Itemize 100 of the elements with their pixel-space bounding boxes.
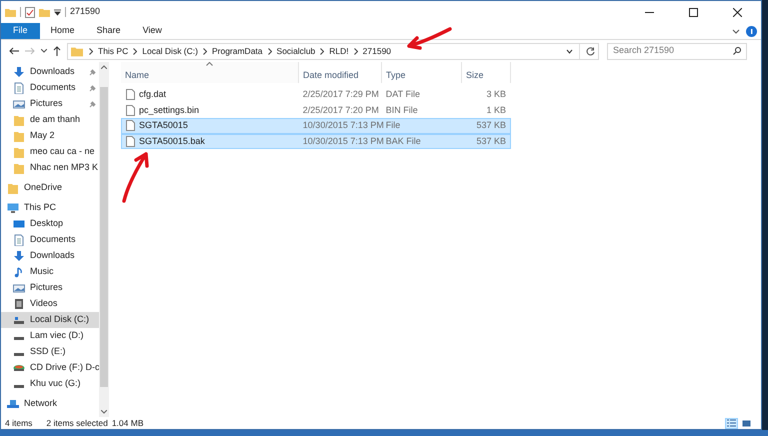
file-size: 537 KB [475,134,507,148]
pin-icon [89,101,96,108]
nav-item[interactable]: Khu vuc (G:) [1,376,99,392]
file-icon [126,136,135,147]
scroll-down-icon[interactable] [101,410,107,414]
dropdown-icon[interactable] [566,48,573,54]
window-title: 271590 [70,5,100,18]
column-header[interactable]: Name [121,62,299,83]
file-row[interactable]: cfg.dat 2/25/2017 7:29 PM DAT File 3 KB [121,87,511,102]
drive-icon [14,336,24,340]
drive-icon [14,384,24,388]
breadcrumb[interactable]: Local Disk (C:) [142,44,198,58]
download-icon [13,250,25,262]
chevron-icon [89,48,93,54]
date-modified: 10/30/2015 7:13 PM [302,119,382,132]
chevron-icon [268,48,272,54]
column-header[interactable]: Size [462,62,511,83]
nav-item[interactable]: de am thanh [1,112,99,128]
nav-item[interactable]: SSD (E:) [1,344,99,360]
nav-item[interactable]: Pictures [1,96,99,112]
network-icon [7,398,19,410]
nav-item[interactable]: Downloads [1,64,99,80]
picture-icon [13,282,25,294]
column-header[interactable]: Date modified [299,62,382,83]
nav-item[interactable]: Music [1,264,99,280]
selection-size: 1.04 MB [112,416,144,430]
up-icon[interactable] [53,46,61,56]
scrollbar-thumb[interactable] [100,87,108,387]
computer-icon [7,202,19,214]
file-icon [126,89,135,100]
chevron-icon [320,48,324,54]
picture-icon [13,98,25,110]
chevron-icon [202,48,207,54]
download-icon [13,66,25,78]
file-name: pc_settings.bin [139,104,200,117]
date-modified: 10/30/2015 7:13 PM [302,134,382,148]
maximize-icon [688,8,698,16]
large-icons-view-button[interactable] [740,418,753,428]
ribbon-tab[interactable]: Home [40,23,86,39]
nav-item[interactable]: Documents [1,232,99,248]
nav-item[interactable]: Lam viec (D:) [1,328,99,344]
chevron-icon [354,48,358,54]
nav-item[interactable]: Desktop [1,216,99,232]
file-row[interactable]: SGTA50015.bak 10/30/2015 7:13 PM BAK File 537 KB [121,134,511,149]
breadcrumb[interactable]: ProgramData [212,44,263,58]
music-icon [13,266,25,278]
nav-item[interactable]: Downloads [1,248,99,264]
cd-drive-icon [13,362,25,374]
breadcrumb[interactable]: Socialclub [276,44,316,58]
nav-item[interactable]: May 2 [1,128,99,144]
refresh-icon[interactable] [586,46,595,56]
back-icon[interactable] [9,47,19,55]
details-view-button[interactable] [725,418,738,428]
file-name: SGTA50015.bak [139,134,205,148]
folder-icon [13,146,25,158]
column-header[interactable]: Type [382,62,462,83]
scroll-up-icon[interactable] [101,65,107,69]
folder-icon [13,114,25,126]
breadcrumb[interactable]: This PC [98,44,128,58]
file-size: 537 KB [475,119,507,132]
document-icon [13,234,25,246]
help-icon[interactable] [746,26,757,36]
close-icon [732,8,742,16]
nav-item[interactable]: OneDrive [1,180,99,196]
file-name: SGTA50015 [139,119,188,132]
file-type: File [384,119,402,132]
file-tab[interactable]: File [1,23,40,39]
item-count: 4 items [5,416,32,430]
file-size: 1 KB [485,104,507,116]
file-name: cfg.dat [139,88,166,101]
nav-item[interactable]: Videos [1,296,99,312]
nav-item[interactable]: Local Disk (C:) [1,312,99,328]
nav-item[interactable]: Network [1,396,99,412]
file-type: BIN File [384,104,419,116]
file-row[interactable]: SGTA50015 10/30/2015 7:13 PM File 537 KB [121,118,511,134]
dropdown-icon[interactable] [54,8,61,16]
nav-item[interactable]: Nhac nen MP3 K [1,160,99,176]
breadcrumb[interactable]: 271590 [362,44,392,58]
nav-item[interactable]: Pictures [1,280,99,296]
nav-item[interactable]: CD Drive (F:) D-c [1,360,99,376]
scrollbar[interactable] [99,62,109,417]
breadcrumb[interactable]: RLD! [329,44,349,58]
selection-count: 2 items selected [46,416,108,430]
ribbon-tab[interactable]: View [132,23,173,39]
address-bar[interactable]: This PC Local Disk (C:) ProgramData Socialclub RLD! 271590 [67,42,599,60]
file-row[interactable]: pc_settings.bin 2/25/2017 7:20 PM BIN File 1 KB [121,102,511,118]
nav-item[interactable]: Documents [1,80,99,96]
date-modified: 2/25/2017 7:29 PM [302,88,380,101]
folder-icon [5,8,16,16]
drive-icon [13,314,25,326]
expand-ribbon-icon[interactable] [732,28,740,34]
folder-icon [7,182,19,194]
search-icon [733,47,741,55]
ribbon-tab[interactable]: Share [86,23,132,39]
properties-icon[interactable] [25,6,35,18]
recent-locations-icon[interactable] [41,49,47,53]
search-field[interactable]: Search 271590 [607,42,747,60]
nav-item[interactable]: This PC [1,200,99,216]
desktop-icon [13,218,25,230]
nav-item[interactable]: meo cau ca - ne [1,144,99,160]
